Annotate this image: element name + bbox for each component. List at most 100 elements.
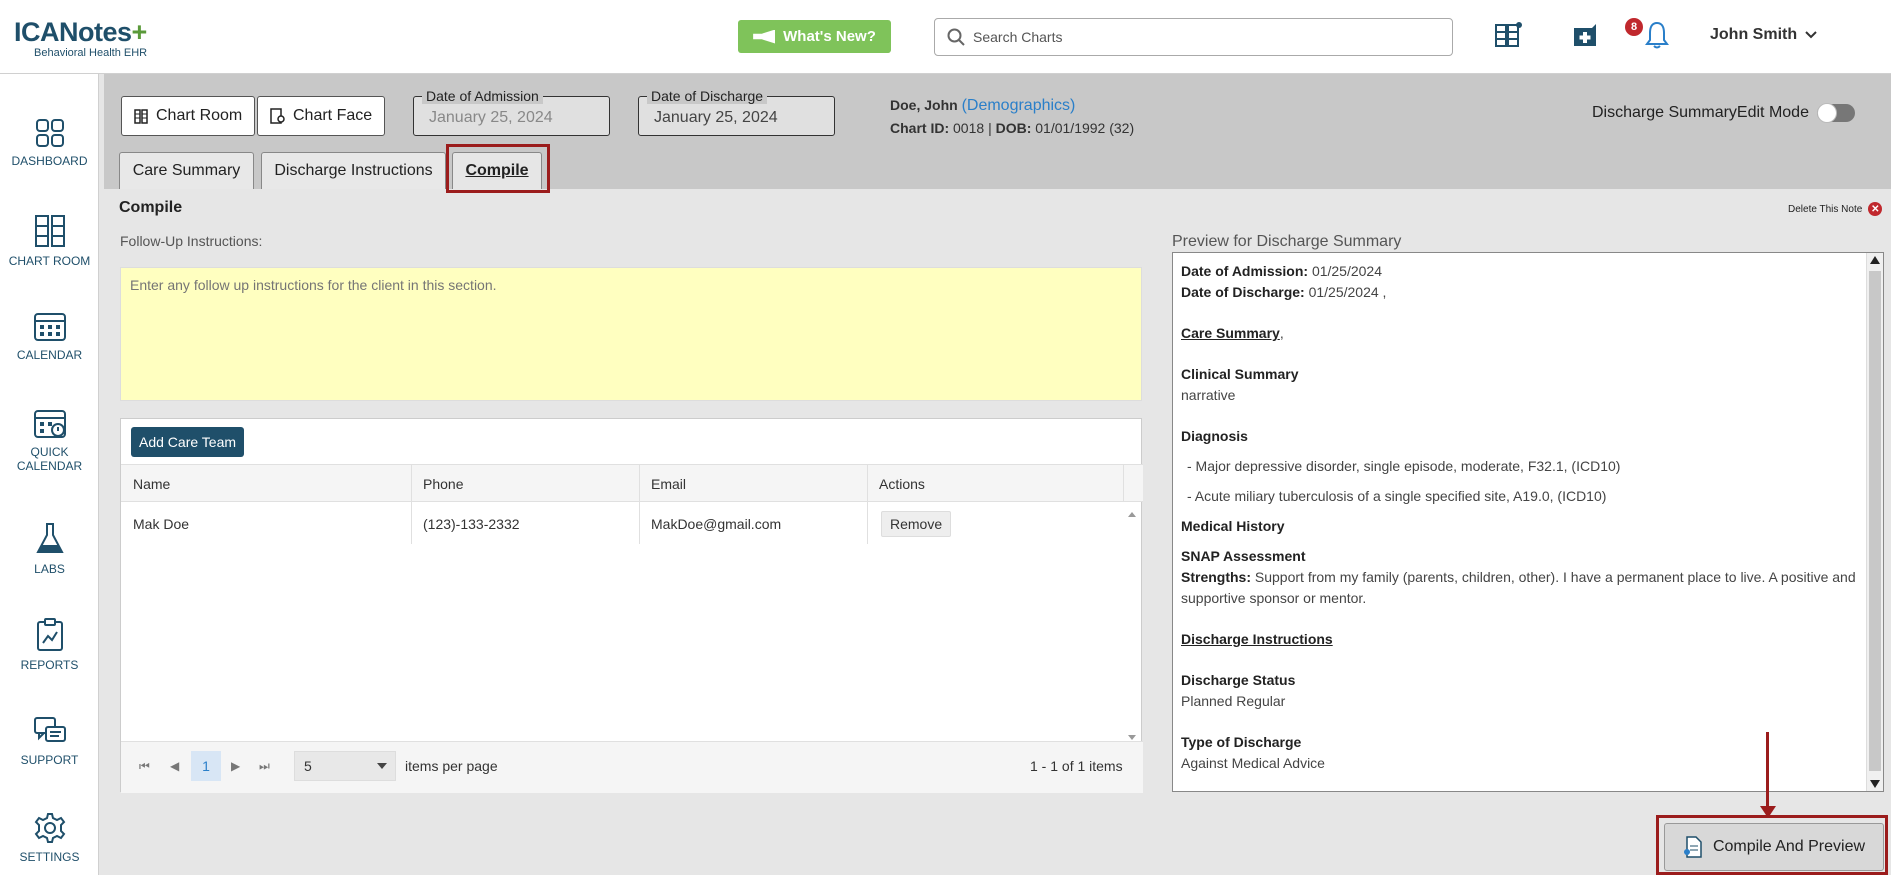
app-logo[interactable]: ICANotes+ Behavioral Health EHR [14, 18, 147, 59]
column-header-actions: Actions [879, 476, 925, 492]
chart-id-label: Chart ID: [890, 120, 950, 136]
calendar-icon [33, 313, 66, 341]
clinical-summary-heading: Clinical Summary [1181, 366, 1299, 382]
discharge-status-value: Planned Regular [1181, 693, 1286, 709]
sidebar-item-label: REPORTS [20, 658, 79, 672]
compile-and-preview-button[interactable]: Compile And Preview [1664, 823, 1884, 871]
discharge-date-value: January 25, 2024 [654, 109, 778, 126]
sidebar-item-label: CALENDAR [16, 348, 83, 362]
discharge-instructions-heading: Discharge Instructions [1181, 631, 1333, 647]
top-bar: ICANotes+ Behavioral Health EHR What's N… [0, 0, 1891, 74]
sidebar-item-settings[interactable]: SETTINGS [0, 812, 99, 864]
info-separator: | [988, 120, 992, 136]
admission-value: 01/25/2024 [1311, 263, 1383, 279]
care-summary-heading: Care Summary [1181, 325, 1280, 341]
discharge-date-field[interactable]: Date of Discharge January 25, 2024 [638, 88, 835, 136]
chart-face-label: Chart Face [293, 107, 373, 124]
sidebar-item-calendar[interactable]: CALENDAR [0, 310, 99, 362]
logo-subtitle: Behavioral Health EHR [34, 47, 148, 59]
chart-id-value: 0018 [953, 120, 985, 136]
search-input[interactable] [973, 29, 1433, 45]
next-page-button[interactable]: ▶ [231, 759, 240, 773]
user-menu[interactable]: John Smith [1710, 26, 1817, 44]
follow-up-instructions-input[interactable] [120, 267, 1142, 401]
clinical-summary-text: narrative [1181, 387, 1236, 403]
strengths-text: Support from my family (parents, childre… [1181, 569, 1856, 606]
tab-care-summary[interactable]: Care Summary [119, 152, 254, 189]
diagnosis-item: - Acute miliary tuberculosis of a single… [1187, 488, 1607, 504]
chart-room-icon [134, 108, 148, 124]
demographics-link[interactable]: (Demographics) [962, 97, 1076, 114]
column-divider [411, 464, 412, 544]
column-header-name[interactable]: Name [133, 476, 170, 492]
patient-info: Doe, John (Demographics) Chart ID: 0018 … [890, 94, 1134, 139]
search-charts-box[interactable] [934, 18, 1453, 56]
edit-mode-toggle[interactable]: Discharge SummaryEdit Mode [1592, 103, 1855, 123]
sidebar-item-dashboard[interactable]: DASHBOARD [0, 118, 99, 168]
pharmacy-icon[interactable] [1570, 20, 1600, 50]
tab-discharge-instructions[interactable]: Discharge Instructions [261, 152, 446, 189]
reports-icon [36, 618, 63, 651]
current-page[interactable]: 1 [191, 751, 221, 781]
notification-count-badge: 8 [1625, 18, 1643, 36]
column-header-email[interactable]: Email [651, 476, 686, 492]
sidebar-item-reports[interactable]: REPORTS [0, 618, 99, 672]
grid-scrollbar[interactable] [1127, 509, 1137, 745]
edit-mode-switch[interactable] [1816, 103, 1855, 123]
snap-heading: SNAP Assessment [1181, 548, 1306, 564]
delete-note-button[interactable]: Delete This Note ✕ [1788, 202, 1883, 216]
sidebar-item-quick-calendar[interactable]: QUICK CALENDAR [0, 407, 99, 473]
delete-note-label: Delete This Note [1788, 203, 1863, 215]
last-page-button[interactable]: ⏭ [259, 759, 270, 774]
type-of-discharge-value: Against Medical Advice [1181, 755, 1325, 771]
bell-icon[interactable] [1642, 20, 1672, 50]
edit-mode-label: Discharge SummaryEdit Mode [1592, 104, 1809, 121]
care-summary-suffix: , [1279, 325, 1284, 341]
remove-button[interactable]: Remove [881, 511, 952, 537]
diagnosis-item: - Major depressive disorder, single epis… [1187, 458, 1621, 474]
sidebar-item-labs[interactable]: LABS [0, 522, 99, 576]
gear-icon [34, 813, 65, 843]
logo-text: ICANotes [14, 17, 132, 47]
discharge-status-heading: Discharge Status [1181, 672, 1296, 688]
dashboard-icon [35, 119, 64, 147]
pager-summary: 1 - 1 of 1 items [1030, 758, 1123, 774]
column-header-phone[interactable]: Phone [423, 476, 463, 492]
sidebar-item-label: QUICK CALENDAR [16, 445, 83, 473]
row-email: MakDoe@gmail.com [651, 516, 782, 532]
grid-pager: ⏮ ◀ 1 ▶ ⏭ 5 items per page 1 - 1 of 1 it… [121, 741, 1143, 793]
toggle-knob [1816, 103, 1837, 123]
sidebar-item-chart-room[interactable]: CHART ROOM [0, 214, 99, 268]
sidebar-item-label: DASHBOARD [11, 154, 88, 168]
whats-new-button[interactable]: What's New? [738, 20, 891, 53]
preview-content: Date of Admission: 01/25/2024 Date of Di… [1181, 261, 1861, 774]
row-phone: (123)-133-2332 [423, 516, 520, 532]
page-size-select[interactable]: 5 [294, 751, 396, 781]
add-care-team-button[interactable]: Add Care Team [131, 427, 245, 457]
preview-label: Preview for Discharge Summary [1172, 233, 1402, 250]
discharge-summary-preview[interactable]: Date of Admission: 01/25/2024 Date of Di… [1172, 252, 1884, 792]
scroll-down-icon[interactable] [1870, 780, 1880, 788]
preview-scrollbar[interactable] [1866, 253, 1883, 791]
compile-button-label: Compile And Preview [1712, 838, 1866, 855]
prev-page-button[interactable]: ◀ [170, 759, 179, 773]
scroll-up-icon[interactable] [1870, 256, 1880, 264]
strengths-label: Strengths: [1181, 569, 1251, 585]
chart-room-label: Chart Room [156, 107, 243, 124]
close-icon: ✕ [1868, 202, 1883, 216]
chart-room-button[interactable]: Chart Room [121, 96, 256, 136]
medical-history-heading: Medical History [1181, 518, 1285, 534]
chart-face-button[interactable]: Chart Face [257, 96, 386, 136]
admission-date-value: January 25, 2024 [429, 109, 553, 126]
chart-cabinet-icon[interactable] [1493, 20, 1523, 50]
first-page-button[interactable]: ⏮ [139, 759, 150, 774]
sidebar-item-support[interactable]: SUPPORT [0, 715, 99, 767]
flask-icon [35, 523, 64, 553]
scroll-thumb[interactable] [1869, 271, 1881, 771]
